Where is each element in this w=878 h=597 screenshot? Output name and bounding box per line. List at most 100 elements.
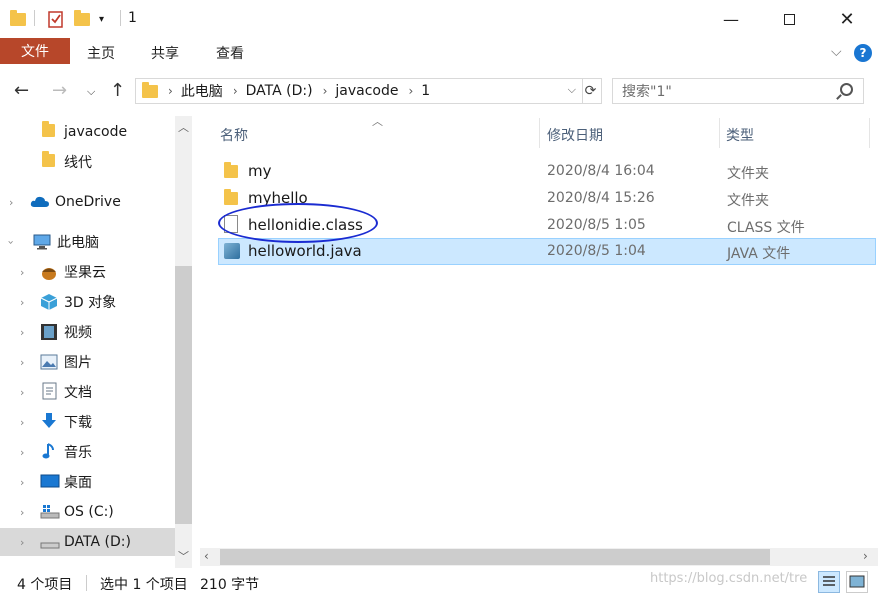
nav-item-label: 下载 [64,415,92,431]
nav-item-javacode[interactable]: javacode [0,118,175,146]
nav-item-label: 视频 [64,325,92,341]
nav-item-label: 3D 对象 [64,295,117,311]
close-icon[interactable]: ✕ [818,0,876,38]
cloud-icon [30,195,49,211]
nav-item-documents[interactable]: › 文档 [0,378,175,406]
nav-item-music[interactable]: › 音乐 [0,438,175,466]
search-input[interactable]: 搜索"1" [612,78,864,104]
breadcrumb-data-drive[interactable]: DATA (D:) [246,83,313,99]
column-header-type[interactable]: 类型 [726,125,754,145]
nav-item-desktop[interactable]: › 桌面 [0,468,175,496]
folder-icon [10,9,26,28]
address-bar[interactable]: › 此电脑 › DATA (D:) › javacode › 1 ⌵ [135,78,583,104]
expand-ribbon-icon[interactable]: ⌵ [831,44,842,60]
tab-share[interactable]: 共享 [151,43,179,63]
up-icon[interactable]: ↑ [110,80,125,101]
breadcrumb-this-pc[interactable]: 此电脑 [181,81,223,101]
nav-item-label: DATA (D:) [64,534,131,550]
nav-item-3d-objects[interactable]: › 3D 对象 [0,288,175,316]
refresh-icon[interactable]: ⟳ [580,78,602,104]
chevron-right-icon[interactable]: › [408,84,413,98]
minimize-icon[interactable]: — [702,0,760,38]
chevron-down-icon[interactable]: › [5,240,18,244]
nav-item-pictures[interactable]: › 图片 [0,348,175,376]
scroll-down-icon[interactable]: ﹀ [178,548,189,564]
chevron-right-icon[interactable]: › [20,356,24,369]
breadcrumb-javacode[interactable]: javacode [335,83,398,99]
column-header-name[interactable]: 名称 [220,125,248,145]
document-icon [42,382,60,400]
scroll-up-icon[interactable]: ︿ [178,119,189,135]
help-icon[interactable]: ? [854,44,872,62]
scroll-thumb[interactable] [220,549,770,565]
file-type: 文件夹 [727,193,769,209]
back-icon[interactable]: ← [14,80,29,101]
tab-view[interactable]: 查看 [216,43,244,63]
details-view-icon[interactable] [818,571,840,593]
chevron-right-icon[interactable]: › [20,386,24,399]
selection-count: 选中 1 个项目 [100,577,188,593]
customize-quick-access-icon[interactable]: ▾ [99,10,104,28]
scroll-right-icon[interactable]: › [863,549,868,563]
folder-icon [224,189,238,205]
chevron-right-icon[interactable]: › [20,266,24,279]
chevron-right-icon[interactable]: › [20,416,24,429]
tab-home[interactable]: 主页 [87,43,115,63]
tab-file[interactable]: 文件 [0,38,70,64]
nav-item-data-d[interactable]: › DATA (D:) [0,528,175,556]
chevron-right-icon[interactable]: › [233,84,238,98]
music-icon [42,442,60,459]
divider [86,575,87,591]
nav-item-label: javacode [64,124,128,140]
search-icon [840,83,853,96]
chevron-right-icon[interactable]: › [323,84,328,98]
ribbon: 文件 主页 共享 查看 ⌵ [0,38,878,68]
column-header-date[interactable]: 修改日期 [547,125,603,145]
nav-item-os-c[interactable]: › OS (C:) [0,498,175,526]
nav-item-onedrive[interactable]: › OneDrive [0,188,175,216]
nav-item-label: 文档 [64,385,92,401]
column-divider[interactable] [719,118,720,148]
nav-item-jianguoyun[interactable]: › 坚果云 [0,258,175,286]
large-icons-view-icon[interactable] [846,571,868,593]
chevron-right-icon[interactable]: › [20,326,24,339]
nav-item-videos[interactable]: › 视频 [0,318,175,346]
scroll-thumb[interactable] [175,266,192,524]
annotation-circle [218,203,378,243]
chevron-right-icon[interactable]: › [20,536,24,549]
folder-icon [42,121,60,140]
divider [34,10,35,26]
chevron-right-icon[interactable]: › [20,476,24,489]
chevron-right-icon[interactable]: › [168,84,173,98]
chevron-right-icon[interactable]: › [20,446,24,459]
column-divider[interactable] [539,118,540,148]
file-list-horizontal-scrollbar[interactable]: ‹ › [200,548,878,566]
properties-icon[interactable] [48,10,64,28]
nav-item-xiandai[interactable]: 线代 [0,148,175,176]
file-row-my[interactable]: my 2020/8/4 16:04 文件夹 [218,158,876,185]
scroll-left-icon[interactable]: ‹ [204,549,209,563]
file-type: CLASS 文件 [727,220,805,236]
chevron-right-icon[interactable]: › [20,296,24,309]
divider [120,10,121,26]
new-folder-icon[interactable] [74,9,90,28]
recent-locations-icon[interactable]: ⌵ [87,85,95,99]
nav-item-label: 坚果云 [64,265,106,281]
nav-item-this-pc[interactable]: › 此电脑 [0,228,175,256]
chevron-right-icon[interactable]: › [9,196,13,209]
file-date: 2020/8/5 1:05 [547,217,646,233]
breadcrumb-current[interactable]: 1 [421,83,430,99]
drive-icon [40,538,60,554]
maximize-icon[interactable] [760,0,818,38]
column-divider[interactable] [869,118,870,148]
file-name: helloworld.java [248,242,362,260]
download-icon [40,412,58,428]
chevron-right-icon[interactable]: › [20,506,24,519]
forward-icon[interactable]: → [52,80,67,101]
nav-scrollbar[interactable]: ︿ ﹀ [175,116,192,568]
file-type: 文件夹 [727,166,769,182]
nav-item-downloads[interactable]: › 下载 [0,408,175,436]
folder-icon [42,151,60,170]
title-bar: ▾ 1 — ✕ [0,0,878,38]
address-dropdown-icon[interactable]: ⌵ [568,83,576,97]
